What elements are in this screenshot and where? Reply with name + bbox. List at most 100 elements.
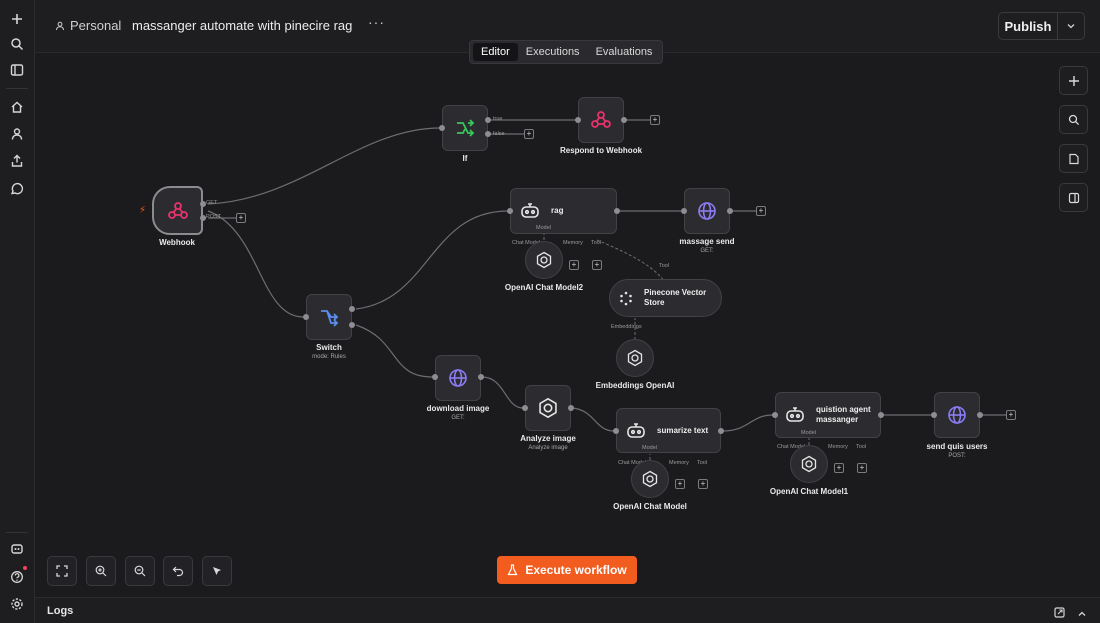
if-in-port[interactable] <box>439 125 445 131</box>
if-false-add-button[interactable]: + <box>524 129 534 139</box>
node-sumarize-text[interactable]: sumarize text <box>616 408 721 453</box>
node-if[interactable] <box>442 105 488 151</box>
tab-executions[interactable]: Executions <box>518 43 588 61</box>
robot-icon <box>627 422 645 438</box>
node-quistion-agent[interactable]: quistion agent massanger <box>775 392 881 438</box>
node-openai-chat-model1[interactable] <box>790 445 828 483</box>
search-icon <box>1068 114 1079 125</box>
undo-icon <box>172 566 184 577</box>
switch-in-port[interactable] <box>303 314 309 320</box>
edge-pinecone-rag <box>596 239 666 283</box>
massage-send-out-port[interactable] <box>727 208 733 214</box>
node-massage-send[interactable] <box>684 188 730 234</box>
rag-tool-add-button[interactable]: + <box>592 260 602 270</box>
if-out-port-false[interactable] <box>485 131 491 137</box>
globe-icon <box>449 369 467 387</box>
node-openai-chat-model-label: OpenAI Chat Model <box>613 502 687 511</box>
home-icon[interactable] <box>7 97 27 117</box>
node-openai-chat-model[interactable] <box>631 460 669 498</box>
pinecone-tool-label: Tool <box>659 263 670 269</box>
if-out-port-true[interactable] <box>485 117 491 123</box>
undo-button[interactable] <box>163 556 193 586</box>
respond-in-port[interactable] <box>575 117 581 123</box>
node-embeddings-openai[interactable] <box>616 339 654 377</box>
quistion-tool-label: Tool <box>856 444 867 450</box>
node-openai-chat-model2-label: OpenAI Chat Model2 <box>504 283 584 292</box>
tidy-up-button[interactable] <box>202 556 232 586</box>
quistion-memory-add-button[interactable]: + <box>834 463 844 473</box>
fit-view-button[interactable] <box>47 556 77 586</box>
analyze-image-out-port[interactable] <box>568 405 574 411</box>
canvas-connections <box>207 119 1006 460</box>
node-pinecone-vector-store[interactable]: Pinecone Vector Store <box>609 279 722 317</box>
respond-add-button[interactable]: + <box>650 115 660 125</box>
sidebar-divider <box>6 88 28 89</box>
rag-in-port[interactable] <box>507 208 513 214</box>
view-tabs: Editor Executions Evaluations <box>469 40 663 64</box>
sumarize-memory-add-button[interactable]: + <box>675 479 685 489</box>
node-download-image[interactable] <box>435 355 481 401</box>
more-options-button[interactable]: ··· <box>368 14 385 30</box>
share-icon[interactable] <box>7 151 27 171</box>
sumarize-memory-label: Memory <box>669 460 689 466</box>
rag-memory-add-button[interactable]: + <box>569 260 579 270</box>
node-respond-to-webhook[interactable] <box>578 97 624 143</box>
switch-out-port-0[interactable] <box>349 306 355 312</box>
help-icon[interactable] <box>7 567 27 587</box>
node-switch[interactable] <box>306 294 352 340</box>
rag-out-port[interactable] <box>614 208 620 214</box>
workflow-title[interactable]: massanger automate with pinecire rag <box>132 18 352 33</box>
analyze-image-in-port[interactable] <box>522 405 528 411</box>
massage-send-in-port[interactable] <box>681 208 687 214</box>
node-send-quis-users[interactable] <box>934 392 980 438</box>
sumarize-in-port[interactable] <box>613 428 619 434</box>
plus-icon[interactable] <box>7 9 27 29</box>
zoom-out-button[interactable] <box>125 556 155 586</box>
send-quis-out-port[interactable] <box>977 412 983 418</box>
templates-icon[interactable] <box>7 539 27 559</box>
side-panel-button[interactable] <box>1059 183 1088 212</box>
quistion-out-port[interactable] <box>878 412 884 418</box>
add-node-button[interactable] <box>1059 66 1088 95</box>
settings-icon[interactable] <box>7 594 27 614</box>
sumarize-tool-add-button[interactable]: + <box>698 479 708 489</box>
edge-switch-rag <box>355 210 509 310</box>
user-icon[interactable] <box>7 124 27 144</box>
send-quis-in-port[interactable] <box>931 412 937 418</box>
execute-workflow-button[interactable]: Execute workflow <box>497 556 637 584</box>
tab-editor[interactable]: Editor <box>473 43 518 61</box>
search-icon[interactable] <box>7 34 27 54</box>
sticky-note-button[interactable] <box>1059 144 1088 173</box>
edge-switch-download <box>355 324 433 378</box>
tab-evaluations[interactable]: Evaluations <box>588 43 661 61</box>
chat-icon[interactable] <box>7 179 27 199</box>
node-analyze-image[interactable] <box>525 385 571 431</box>
massage-send-add-button[interactable]: + <box>756 206 766 216</box>
download-image-in-port[interactable] <box>432 374 438 380</box>
search-nodes-button[interactable] <box>1059 105 1088 134</box>
logs-panel-bar[interactable]: Logs <box>35 597 1100 623</box>
quistion-tool-add-button[interactable]: + <box>857 463 867 473</box>
publish-button[interactable]: Publish <box>999 13 1058 39</box>
node-pinecone-title: Pinecone Vector Store <box>644 288 707 307</box>
switch-out-port-1[interactable] <box>349 322 355 328</box>
webhook-post-add-button[interactable]: + <box>236 213 246 223</box>
panel-toggle-icon[interactable] <box>7 60 27 80</box>
send-quis-add-button[interactable]: + <box>1006 410 1016 420</box>
zoom-in-button[interactable] <box>86 556 116 586</box>
node-openai-chat-model2[interactable] <box>525 241 563 279</box>
respond-out-port[interactable] <box>621 117 627 123</box>
chevron-up-icon[interactable] <box>1077 606 1087 623</box>
popout-icon[interactable] <box>1054 605 1065 623</box>
breadcrumb-project[interactable]: Personal <box>55 18 121 33</box>
node-rag-agent[interactable]: rag <box>510 188 617 234</box>
node-webhook-label: Webhook <box>159 238 195 247</box>
branch-icon <box>457 119 475 137</box>
openai-icon <box>627 349 643 367</box>
publish-dropdown-button[interactable] <box>1058 13 1084 39</box>
sumarize-out-port[interactable] <box>718 428 724 434</box>
download-image-out-port[interactable] <box>478 374 484 380</box>
node-webhook[interactable] <box>152 186 203 235</box>
node-switch-label: Switch <box>316 343 342 352</box>
quistion-in-port[interactable] <box>772 412 778 418</box>
